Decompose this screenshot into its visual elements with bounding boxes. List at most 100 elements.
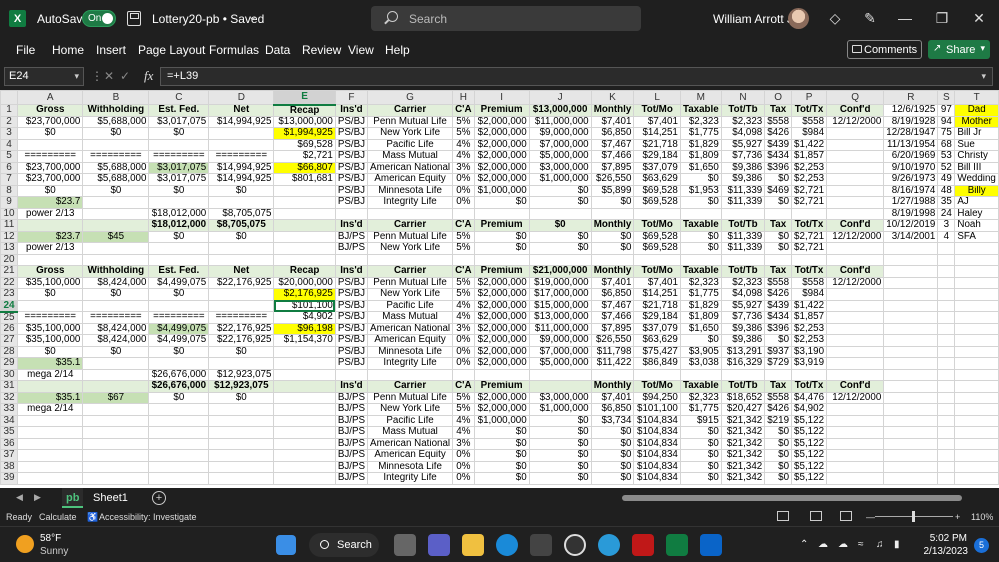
cell-m26[interactable]: $1,650	[679, 322, 722, 335]
cell-k31[interactable]: Monthly	[590, 380, 635, 393]
cell-e13[interactable]	[273, 242, 336, 255]
cell-a20[interactable]	[17, 253, 84, 266]
cell-g29[interactable]: Integrity Life	[367, 357, 454, 370]
cell-j12[interactable]: $0	[528, 230, 592, 243]
clock-date[interactable]: 2/13/2023	[916, 546, 969, 557]
cell-f21[interactable]: Ins'd	[334, 265, 369, 278]
cell-k1[interactable]: Monthly	[590, 104, 635, 117]
cell-d30[interactable]: $12,923,075	[208, 368, 275, 381]
cell-h25[interactable]: 4%	[452, 311, 475, 324]
cell-b10[interactable]	[82, 207, 150, 220]
cell-b6[interactable]: $5,688,000	[82, 161, 150, 174]
cell-h38[interactable]: 0%	[452, 460, 475, 473]
cell-p6[interactable]: $2,253	[791, 161, 828, 174]
avatar[interactable]	[788, 8, 809, 29]
cell-s26[interactable]	[937, 322, 956, 335]
cell-a25[interactable]: =========	[17, 311, 84, 324]
cell-g24[interactable]: Pacific Life	[367, 299, 454, 312]
cell-a27[interactable]: $35,100,000	[17, 334, 84, 347]
cell-f20[interactable]	[334, 253, 369, 266]
chevron-down-icon[interactable]: ⌄	[248, 10, 257, 23]
cell-m12[interactable]: $0	[679, 230, 722, 243]
cell-m36[interactable]: $0	[679, 437, 722, 450]
cell-l32[interactable]: $94,250	[633, 391, 681, 404]
cell-n5[interactable]: $7,736	[720, 150, 766, 163]
cell-c8[interactable]: $0	[148, 184, 210, 197]
cell-q23[interactable]	[826, 288, 885, 301]
row-header[interactable]: 12	[0, 230, 19, 243]
cell-e7[interactable]: $801,681	[273, 173, 336, 186]
cell-k11[interactable]: Monthly	[590, 219, 635, 232]
zoom-in-icon[interactable]: +	[955, 512, 960, 522]
cell-h3[interactable]: 5%	[452, 127, 475, 140]
cell-h37[interactable]: 0%	[452, 449, 475, 462]
cell-a6[interactable]: $23,700,000	[17, 161, 84, 174]
column-header-r[interactable]: R	[883, 90, 939, 105]
cell-q28[interactable]	[826, 345, 885, 358]
cell-r8[interactable]: 8/16/1974	[883, 184, 939, 197]
cell-t22[interactable]	[954, 276, 999, 289]
onedrive-icon[interactable]: ☁	[838, 539, 848, 550]
cell-t27[interactable]	[954, 334, 999, 347]
zoom-slider-thumb[interactable]	[912, 511, 915, 522]
cell-o36[interactable]: $0	[764, 437, 793, 450]
cell-n28[interactable]: $13,291	[720, 345, 766, 358]
cell-d6[interactable]: $14,994,925	[208, 161, 275, 174]
cell-c27[interactable]: $4,499,075	[148, 334, 210, 347]
cell-h1[interactable]: C'A	[452, 104, 475, 117]
cell-p30[interactable]	[791, 368, 828, 381]
start-icon[interactable]	[276, 535, 296, 555]
column-header-b[interactable]: B	[82, 90, 150, 105]
cell-p27[interactable]: $2,253	[791, 334, 828, 347]
sheet-tab-pb[interactable]: pb	[62, 488, 84, 508]
store-icon[interactable]	[530, 534, 552, 556]
cell-r22[interactable]	[883, 276, 939, 289]
cell-b1[interactable]: Withholding	[82, 104, 150, 117]
cell-q37[interactable]	[826, 449, 885, 462]
cell-q4[interactable]	[826, 138, 885, 151]
tab-page-layout[interactable]: Page Layout	[138, 43, 205, 57]
cell-h6[interactable]: 3%	[452, 161, 475, 174]
cell-l29[interactable]: $86,849	[633, 357, 681, 370]
cell-i2[interactable]: $2,000,000	[473, 115, 530, 128]
cell-n29[interactable]: $16,329	[720, 357, 766, 370]
cell-q7[interactable]	[826, 173, 885, 186]
cell-b37[interactable]	[82, 449, 150, 462]
cell-q39[interactable]	[826, 472, 885, 485]
cell-a4[interactable]	[17, 138, 84, 151]
cell-b29[interactable]	[82, 357, 150, 370]
cell-i3[interactable]: $2,000,000	[473, 127, 530, 140]
cell-r25[interactable]	[883, 311, 939, 324]
cell-h22[interactable]: 5%	[452, 276, 475, 289]
cell-f29[interactable]: PS/BJ	[334, 357, 369, 370]
column-header-q[interactable]: Q	[826, 90, 885, 105]
row-header[interactable]: 5	[0, 150, 19, 163]
page-break-view-icon[interactable]	[840, 511, 852, 521]
cell-g39[interactable]: Integrity Life	[367, 472, 454, 485]
cell-h35[interactable]: 4%	[452, 426, 475, 439]
cell-s34[interactable]	[937, 414, 956, 427]
cell-d37[interactable]	[208, 449, 275, 462]
cell-r7[interactable]: 9/26/1973	[883, 173, 939, 186]
cell-d11[interactable]: $8,705,075	[208, 219, 275, 232]
cell-r2[interactable]: 8/19/1928	[883, 115, 939, 128]
cell-h4[interactable]: 4%	[452, 138, 475, 151]
cell-h34[interactable]: 4%	[452, 414, 475, 427]
cell-j37[interactable]: $0	[528, 449, 592, 462]
cell-h30[interactable]	[452, 368, 475, 381]
cell-t5[interactable]: Christy	[954, 150, 999, 163]
cell-s9[interactable]: 35	[937, 196, 956, 209]
page-layout-view-icon[interactable]	[810, 511, 822, 521]
cell-f22[interactable]: PS/BJ	[334, 276, 369, 289]
cell-b8[interactable]: $0	[82, 184, 150, 197]
cell-m20[interactable]	[679, 253, 722, 266]
cell-d31[interactable]: $12,923,075	[208, 380, 275, 393]
cell-r35[interactable]	[883, 426, 939, 439]
cancel-enter-icons[interactable]: ✕✓	[104, 69, 136, 83]
cell-a1[interactable]: Gross	[17, 104, 84, 117]
cell-o26[interactable]: $396	[764, 322, 793, 335]
cell-g31[interactable]: Carrier	[367, 380, 454, 393]
cell-i6[interactable]: $2,000,000	[473, 161, 530, 174]
cell-g25[interactable]: Mass Mutual	[367, 311, 454, 324]
cell-k4[interactable]: $7,467	[590, 138, 635, 151]
